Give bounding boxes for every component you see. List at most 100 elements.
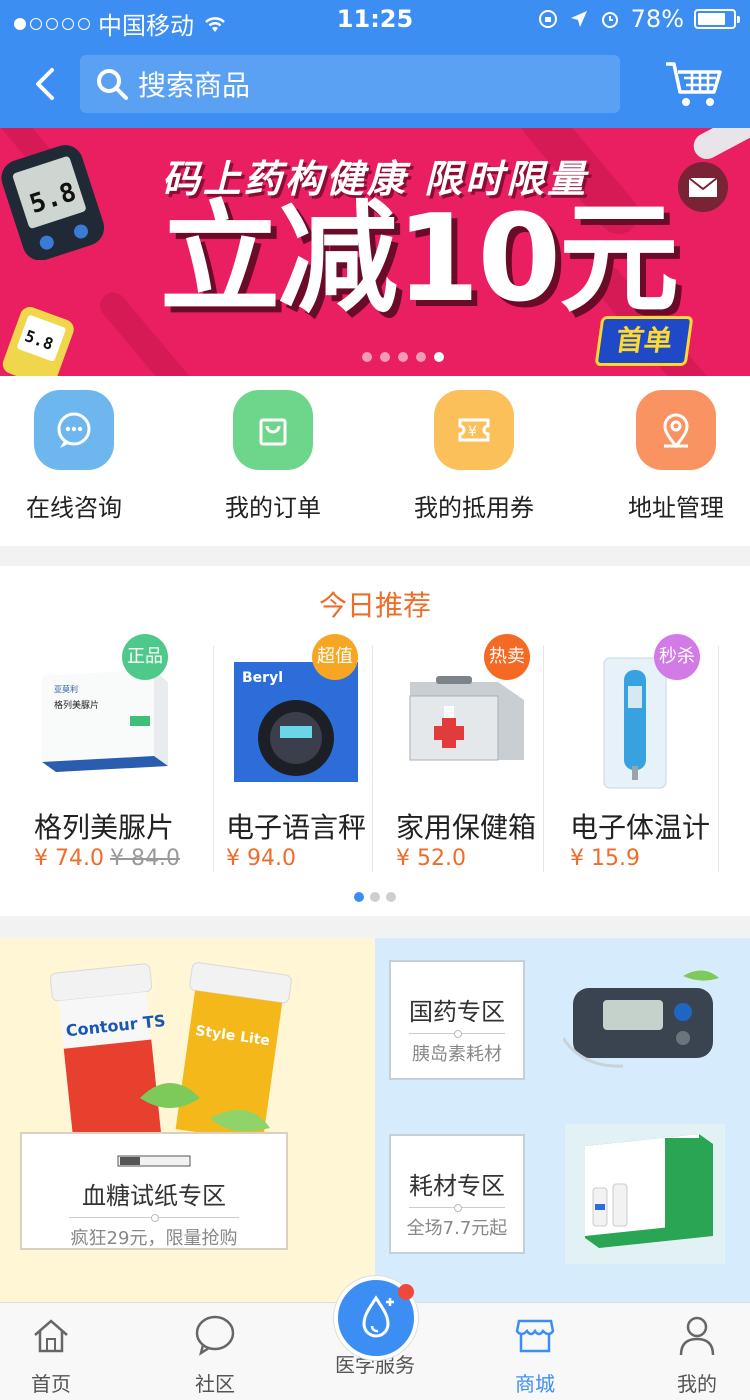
tab-home[interactable]: 首页 [0,1313,106,1397]
product-price: ¥ 52.0 [396,846,466,871]
search-input[interactable]: 搜索商品 [80,55,620,113]
product-card[interactable]: 热卖 家用保健箱 ¥ 52.0 [396,634,540,872]
product-price: ¥ 94.0 [226,846,296,871]
consumables-zone-card[interactable]: 耗材专区 全场7.7元起 [389,1134,525,1254]
location-arrow-icon [570,11,587,27]
product-name: 电子体温计 [570,811,711,844]
test-strip-zone[interactable]: Contour TS Style Lite 血糖试纸专区 疯狂29元，限量抢购 [0,938,375,1302]
zone-divider [409,1030,505,1038]
banner-dot [398,352,408,362]
zone-title: 耗材专区 [409,1172,505,1200]
product-price: ¥ 15.9 [570,846,640,871]
original-price: ¥ 84.0 [109,846,180,871]
recommend-section: 今日推荐 亚莫利 格列美脲片 正品 格列美脲片 ¥ 74.0 ¥ 84.0 Ber… [0,566,750,916]
battery-icon [694,9,740,29]
chat-icon [34,390,114,470]
promo-banner[interactable]: 5.8 5.8 码上药构健康 限时限量 立减10元 首单 [0,128,750,376]
product-card[interactable]: 秒杀 电子体温计 ¥ 15.9 [570,634,716,872]
banner-badge: 首单 [594,316,694,366]
product-price: ¥ 74.0 ¥ 84.0 [34,846,180,871]
notification-dot [398,1284,414,1300]
message-button[interactable] [678,162,728,212]
zone-title: 血糖试纸专区 [82,1182,226,1210]
banner-headline: 立减10元 [160,190,679,329]
banner-dot [362,352,372,362]
back-button[interactable] [26,64,66,104]
quick-action-label: 在线咨询 [26,494,122,522]
tab-me[interactable]: 我的 [642,1313,750,1397]
status-bar: 中国移动 11:25 78% [0,0,750,40]
product-tag: 正品 [122,634,168,680]
cart-icon[interactable] [664,60,724,110]
location-pin-icon [636,390,716,470]
rotation-lock-icon [538,10,557,28]
product-name: 格列美脲片 [34,811,175,844]
product-tag: 热卖 [484,634,530,680]
chat-bubble-icon [195,1315,235,1356]
product-name: 电子语言秤 [226,811,367,844]
shopping-bag-icon [233,390,313,470]
product-name: 家用保健箱 [396,811,537,844]
page-dot [370,892,380,902]
svg-text:¥: ¥ [468,424,477,440]
national-zone-card[interactable]: 国药专区 胰岛素耗材 [389,960,525,1080]
quick-action-address[interactable]: 地址管理 [596,390,750,523]
tab-label: 我的 [677,1372,717,1396]
tab-label: 首页 [31,1372,71,1396]
zone-subtitle: 疯狂29元，限量抢购 [70,1228,238,1249]
alarm-icon [601,12,618,28]
banner-page-indicator [362,352,444,362]
box-label: Beryl [242,670,283,686]
zone-divider [409,1204,505,1212]
banner-dot [416,352,426,362]
current-price: ¥ 15.9 [570,846,640,871]
box-label: 格列美脲片 [54,699,99,711]
home-icon [34,1319,68,1353]
quick-action-label: 我的抵用券 [414,494,534,522]
quick-action-orders[interactable]: 我的订单 [193,390,353,523]
user-icon [679,1316,715,1356]
banner-dot [380,352,390,362]
zone-subtitle: 全场7.7元起 [406,1218,508,1239]
medical-service-button[interactable] [334,1276,418,1360]
test-strip-icon [117,1155,191,1167]
battery-percent: 78% [630,5,684,33]
mail-icon [688,177,718,197]
svg-text:亚莫利: 亚莫利 [54,684,78,694]
current-price: ¥ 52.0 [396,846,466,871]
insulin-pump-image [563,970,719,1068]
product-card[interactable]: 亚莫利 格列美脲片 正品 格列美脲片 ¥ 74.0 ¥ 84.0 [34,634,204,872]
current-price: ¥ 94.0 [226,846,296,871]
quick-action-coupons[interactable]: ¥ 我的抵用券 [394,390,554,523]
right-zones: 国药专区 胰岛素耗材 耗材专区 全场7.7元起 [375,938,750,1302]
divider [372,646,373,872]
search-icon [97,69,128,100]
quick-action-label: 我的订单 [225,494,321,522]
divider [213,646,214,872]
product-tag: 超值 [312,634,358,680]
quick-action-label: 地址管理 [628,494,724,522]
tab-community[interactable]: 社区 [160,1313,270,1397]
tab-store[interactable]: 商城 [480,1313,590,1397]
store-icon [515,1319,555,1353]
zone-divider [69,1214,239,1222]
product-card[interactable]: Beryl 超值 电子语言秤 ¥ 94.0 [226,634,367,872]
coupon-icon: ¥ [434,390,514,470]
recommend-title: 今日推荐 [318,589,431,622]
zone-subtitle: 胰岛素耗材 [412,1044,502,1065]
divider [718,646,719,872]
top-bar: 中国移动 11:25 78% 搜索商品 [0,0,750,128]
product-image: 亚莫利 格列美脲片 [42,670,168,772]
divider [543,646,544,872]
quick-action-consult[interactable]: 在线咨询 [0,390,154,523]
zone-title: 国药专区 [409,998,505,1026]
search-placeholder: 搜索商品 [138,69,251,102]
banner-dot-active [434,352,444,362]
product-tag: 秒杀 [654,634,700,680]
page-dot-active [354,892,364,902]
test-strip-zone-card: 血糖试纸专区 疯狂29元，限量抢购 [20,1132,288,1250]
quick-actions: 在线咨询 我的订单 ¥ 我的抵用券 地址管理 [0,376,750,546]
page-dot [386,892,396,902]
tab-label: 商城 [515,1372,555,1396]
pen-needle-box-image [565,1124,725,1264]
